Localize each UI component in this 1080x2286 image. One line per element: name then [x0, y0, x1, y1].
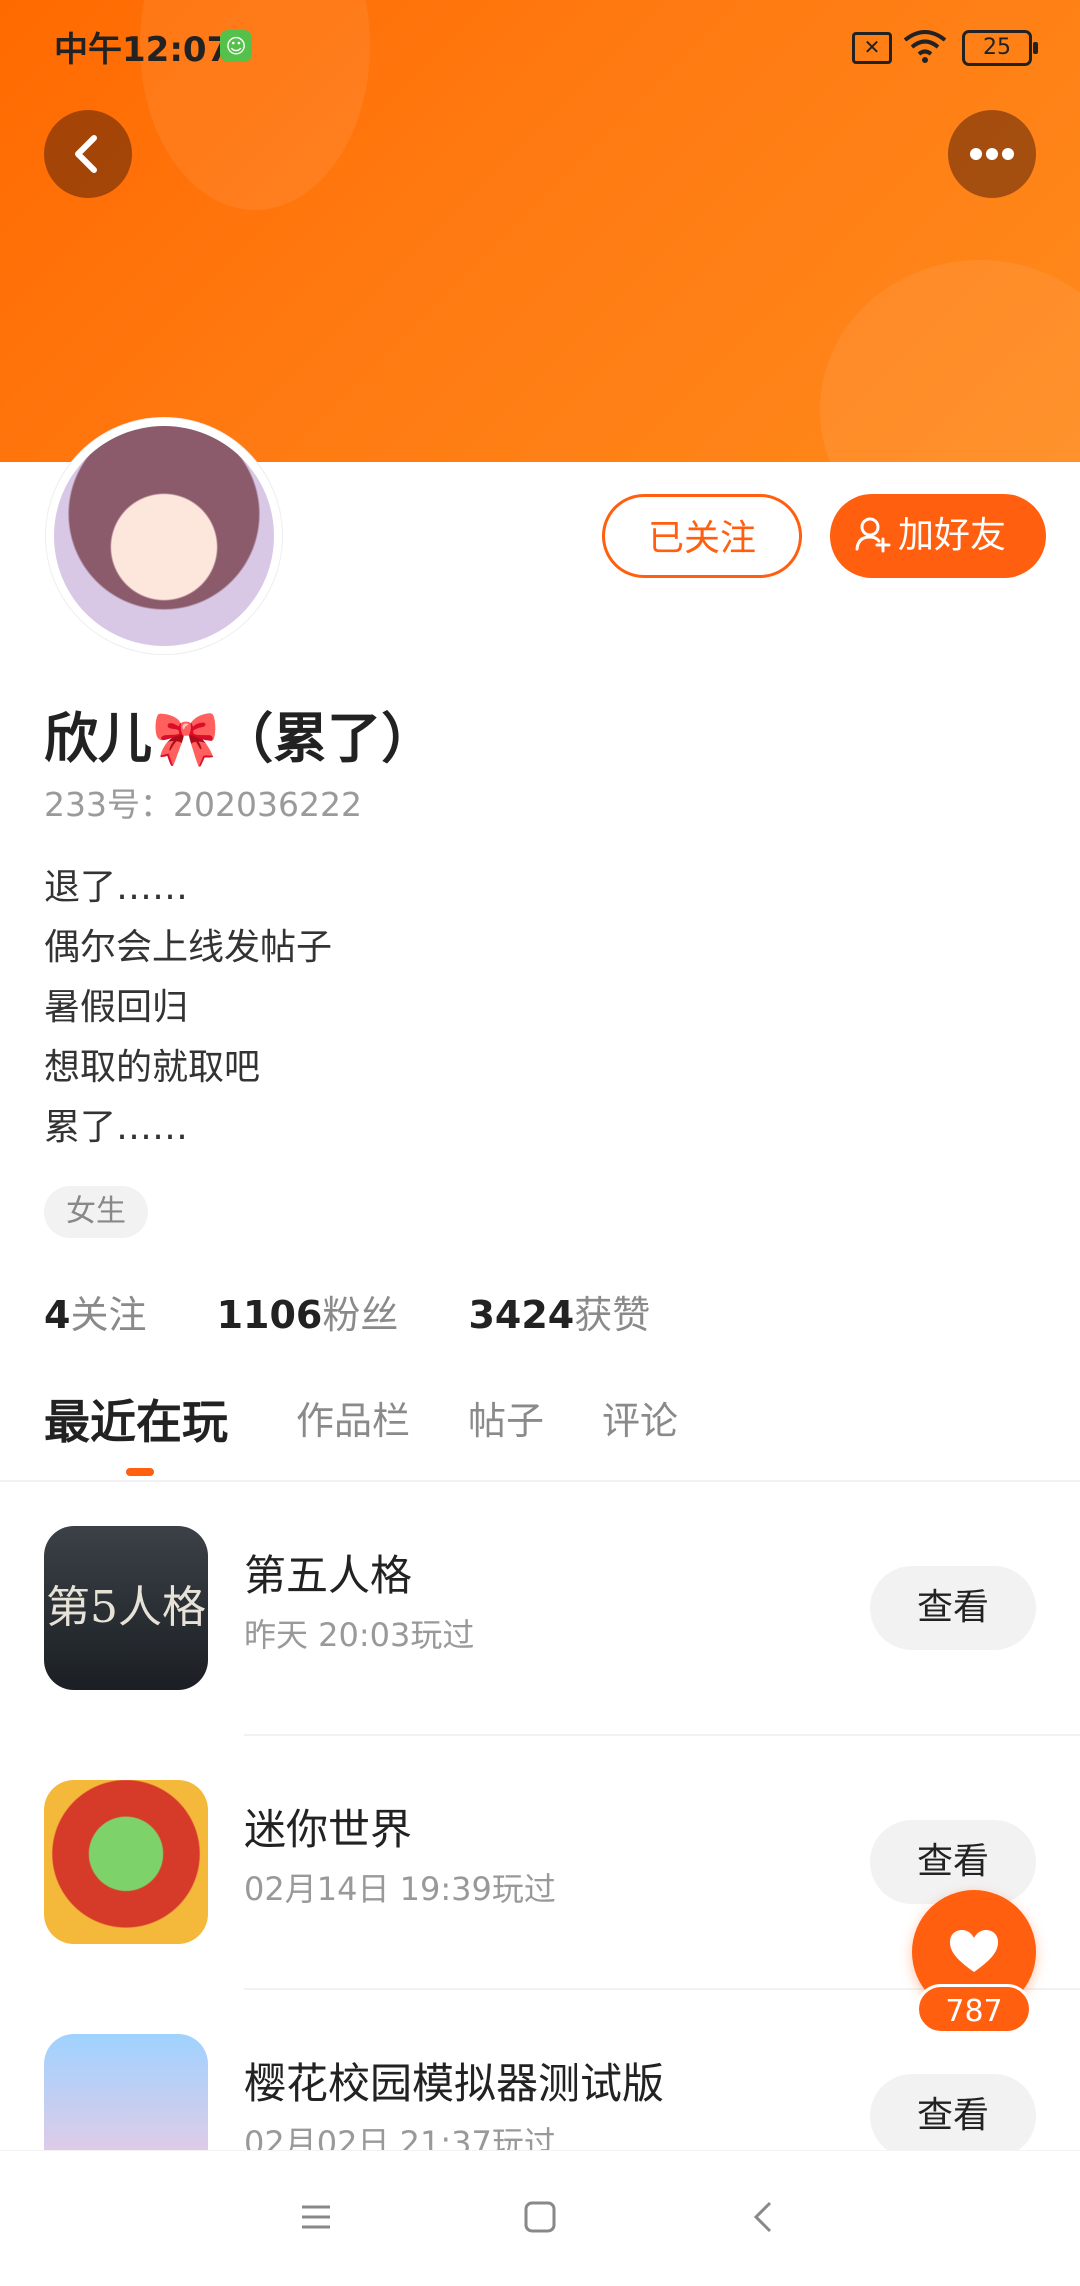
profile-name: 欣儿🎀（累了） — [44, 707, 436, 770]
stat-following[interactable]: 4关注 — [44, 1284, 146, 1339]
heart-icon — [950, 1930, 998, 1972]
game-last-played: 02月14日 19:39玩过 — [244, 1870, 556, 1908]
stat-label: 获赞 — [574, 1293, 651, 1337]
game-icon — [44, 1780, 208, 1944]
bio-line: 想取的就取吧 — [44, 1047, 261, 1088]
profile-header-banner: 中午12:07 ☺ ✕ 25 — [0, 0, 1080, 462]
banner-decoration — [820, 260, 1080, 462]
add-friend-label: 加好友 — [898, 515, 1007, 556]
tab-posts[interactable]: 帖子 — [468, 1390, 544, 1445]
divider — [244, 1734, 1080, 1736]
chevron-left-icon — [75, 135, 97, 173]
stat-likes[interactable]: 3424获赞 — [468, 1284, 650, 1339]
profile-uid: 233号：202036222 — [44, 785, 362, 824]
tab-recent-play[interactable]: 最近在玩 — [44, 1386, 228, 1452]
menu-icon[interactable] — [286, 2187, 346, 2247]
stat-fans[interactable]: 1106粉丝 — [217, 1284, 399, 1339]
app-notification-icon: ☺ — [220, 30, 252, 62]
battery-icon: 25 — [962, 30, 1038, 66]
game-last-played: 昨天 20:03玩过 — [244, 1616, 475, 1654]
status-bar: 中午12:07 ☺ ✕ 25 — [0, 0, 1080, 96]
stat-value: 3424 — [468, 1293, 575, 1337]
avatar-image — [54, 426, 274, 646]
back-chevron-icon[interactable] — [734, 2187, 794, 2247]
profile-stats: 4关注 1106粉丝 3424获赞 — [44, 1284, 708, 1339]
bio-line: 暑假回归 — [44, 987, 189, 1028]
stat-value: 4 — [44, 1293, 71, 1337]
view-button[interactable]: 查看 — [870, 2074, 1036, 2158]
tab-works[interactable]: 作品栏 — [296, 1390, 410, 1445]
view-button[interactable]: 查看 — [870, 1566, 1036, 1650]
profile-tabs: 最近在玩 作品栏 帖子 评论 — [44, 1390, 1044, 1480]
system-nav-bar — [0, 2150, 1080, 2281]
view-button[interactable]: 查看 — [870, 1820, 1036, 1904]
gender-tag: 女生 — [44, 1186, 148, 1238]
game-title: 樱花校园模拟器测试版 — [244, 2059, 665, 2108]
divider — [0, 1480, 1080, 1482]
status-time: 中午12:07 — [54, 30, 231, 70]
stat-value: 1106 — [216, 1293, 323, 1337]
list-item[interactable]: 迷你世界 02月14日 19:39玩过 查看 — [0, 1780, 1080, 2032]
bio-line: 累了…… — [44, 1107, 189, 1148]
avatar[interactable] — [46, 418, 282, 654]
more-button[interactable] — [948, 110, 1036, 198]
game-title: 第五人格 — [244, 1551, 413, 1600]
list-item[interactable]: 第5人格 第五人格 昨天 20:03玩过 查看 — [0, 1526, 1080, 1778]
game-icon: 第5人格 — [44, 1526, 208, 1690]
stat-label: 关注 — [70, 1293, 147, 1337]
bio-line: 退了…… — [44, 867, 189, 908]
like-count: 787 — [916, 1984, 1032, 2034]
back-button[interactable] — [44, 110, 132, 198]
followed-button[interactable]: 已关注 — [602, 494, 802, 578]
tab-comments[interactable]: 评论 — [602, 1390, 678, 1445]
add-friend-button[interactable]: 加好友 — [830, 494, 1046, 578]
game-title: 迷你世界 — [244, 1805, 413, 1854]
sim-icon: ✕ — [852, 32, 892, 64]
wifi-icon — [903, 30, 947, 63]
more-dots-icon — [970, 148, 1014, 160]
bio-line: 偶尔会上线发帖子 — [44, 927, 333, 968]
tab-indicator — [126, 1468, 154, 1476]
home-square-icon[interactable] — [510, 2187, 570, 2247]
profile-bio: 退了…… 偶尔会上线发帖子 暑假回归 想取的就取吧 累了…… — [44, 858, 332, 1158]
add-user-icon — [855, 517, 891, 553]
stat-label: 粉丝 — [322, 1293, 399, 1337]
